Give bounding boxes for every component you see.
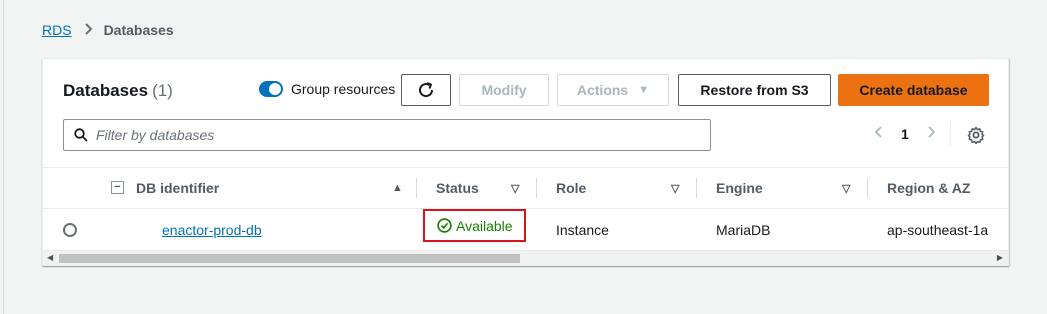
breadcrumb-current: Databases [103,22,174,38]
create-database-button[interactable]: Create database [838,74,989,106]
column-header-role[interactable]: Role [556,168,586,208]
modify-button[interactable]: Modify [459,74,549,106]
restore-from-s3-button[interactable]: Restore from S3 [678,74,831,106]
column-header-status[interactable]: Status [436,168,479,208]
column-divider [536,178,537,198]
filter-input[interactable] [96,127,656,143]
column-divider [867,178,868,198]
next-page-icon[interactable] [923,125,939,143]
caret-down-icon: ▼ [638,84,650,96]
pagination: 1 [871,125,939,143]
search-icon [74,128,88,142]
group-resources-toggle[interactable] [259,81,283,97]
column-header-db-identifier[interactable]: DB identifier [136,168,219,208]
check-circle-icon [437,218,452,233]
column-header-region-az[interactable]: Region & AZ [887,168,970,208]
column-header-engine[interactable]: Engine [716,168,763,208]
row-select-radio[interactable] [63,223,77,237]
breadcrumb-rds-link[interactable]: RDS [42,22,72,38]
column-divider [416,178,417,198]
breadcrumb: RDS Databases [42,22,174,38]
region-az-cell: ap-southeast-1a [887,222,989,238]
filter-field [63,119,711,151]
current-page-number[interactable]: 1 [901,126,909,142]
panel-title: Databases [63,81,149,100]
refresh-button[interactable] [401,74,451,106]
previous-page-icon[interactable] [871,125,887,143]
page-left-border [3,0,4,314]
sort-ascending-icon[interactable]: ▲ [392,182,403,194]
databases-panel: Databases (1) Group resources Modify Acti… [42,58,1009,266]
sort-icon[interactable]: ▽ [671,182,679,195]
gear-icon[interactable] [967,126,985,149]
collapse-all-icon[interactable]: − [111,181,124,194]
scrollbar-thumb[interactable] [59,254,520,263]
db-identifier-link[interactable]: enactor-prod-db [162,222,262,238]
group-resources-toggle-wrap: Group resources [259,81,395,97]
status-cell: Available [423,209,526,242]
chevron-right-icon [84,22,94,38]
database-count: (1) [152,81,173,100]
sort-icon[interactable]: ▽ [511,182,519,195]
column-divider [696,178,697,198]
group-resources-label: Group resources [291,81,396,97]
table-header: − DB identifier ▲ Status ▽ Role ▽ Engine… [43,168,1008,208]
sort-icon[interactable]: ▽ [842,182,850,195]
refresh-icon [419,82,434,98]
scroll-left-icon[interactable]: ◀ [47,253,53,262]
table-row[interactable]: enactor-prod-db Available Instance Maria… [43,208,1008,250]
horizontal-scrollbar[interactable]: ◀ ▶ [43,250,1008,265]
role-cell: Instance [556,222,609,238]
actions-button[interactable]: Actions ▼ [557,74,669,106]
actions-label: Actions [576,82,629,98]
page-title: Databases (1) [63,81,173,101]
scroll-right-icon[interactable]: ▶ [997,253,1003,262]
pager-divider [950,121,951,147]
status-text: Available [456,217,513,234]
engine-cell: MariaDB [716,222,771,238]
